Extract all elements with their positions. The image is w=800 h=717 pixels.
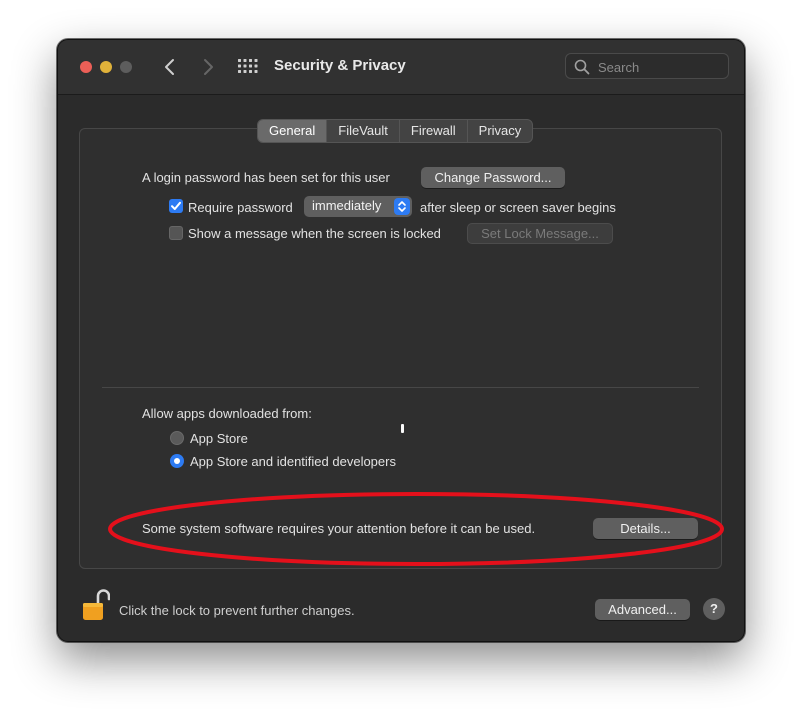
show-all-button[interactable] <box>238 58 258 74</box>
chevron-left-icon <box>165 59 174 75</box>
section-divider <box>102 387 699 388</box>
help-button[interactable]: ? <box>703 598 725 620</box>
search-input[interactable] <box>596 57 725 77</box>
up-down-chevron-icon <box>394 198 410 215</box>
allow-apps-heading: Allow apps downloaded from: <box>142 406 312 421</box>
advanced-button[interactable]: Advanced... <box>595 599 690 620</box>
set-lock-message-button[interactable]: Set Lock Message... <box>467 223 613 244</box>
lock-button[interactable] <box>82 589 111 622</box>
tab-filevault[interactable]: FileVault <box>327 120 400 142</box>
title-bar: Security & Privacy <box>58 40 744 95</box>
tab-firewall[interactable]: Firewall <box>400 120 468 142</box>
tab-privacy[interactable]: Privacy <box>468 120 533 142</box>
lock-status-text: Click the lock to prevent further change… <box>119 603 355 618</box>
radio-identified-developers[interactable] <box>170 454 184 468</box>
show-message-label: Show a message when the screen is locked <box>188 226 441 241</box>
require-password-delay-value: immediately <box>312 198 382 213</box>
tab-general[interactable]: General <box>258 120 328 142</box>
mouse-cursor <box>401 424 404 433</box>
minimize-window-button[interactable] <box>100 61 112 73</box>
general-pane <box>79 128 722 569</box>
zoom-window-button[interactable] <box>120 61 132 73</box>
login-password-text: A login password has been set for this u… <box>142 170 390 185</box>
show-message-checkbox[interactable] <box>169 226 183 240</box>
search-icon <box>574 59 590 75</box>
close-window-button[interactable] <box>80 61 92 73</box>
require-password-delay-select[interactable]: immediately <box>304 196 412 217</box>
system-software-attention-text: Some system software requires your atten… <box>142 521 536 536</box>
grid-icon <box>238 59 258 73</box>
require-password-label: Require password <box>188 200 293 215</box>
security-privacy-window: Security & Privacy General FileVault Fir… <box>57 39 745 642</box>
require-password-checkbox[interactable] <box>169 199 183 213</box>
search-field[interactable] <box>565 53 729 79</box>
window-title: Security & Privacy <box>274 57 406 74</box>
details-button[interactable]: Details... <box>593 518 698 539</box>
require-password-suffix: after sleep or screen saver begins <box>420 200 616 215</box>
change-password-button[interactable]: Change Password... <box>421 167 565 188</box>
radio-identified-developers-label: App Store and identified developers <box>190 454 396 469</box>
radio-app-store-label: App Store <box>190 431 248 446</box>
checkmark-icon <box>171 201 181 210</box>
back-button[interactable] <box>159 56 181 78</box>
radio-app-store[interactable] <box>170 431 184 445</box>
chevron-right-icon <box>204 59 213 75</box>
tab-bar: General FileVault Firewall Privacy <box>257 119 534 143</box>
unlocked-padlock-icon <box>83 589 111 620</box>
forward-button[interactable] <box>197 56 219 78</box>
